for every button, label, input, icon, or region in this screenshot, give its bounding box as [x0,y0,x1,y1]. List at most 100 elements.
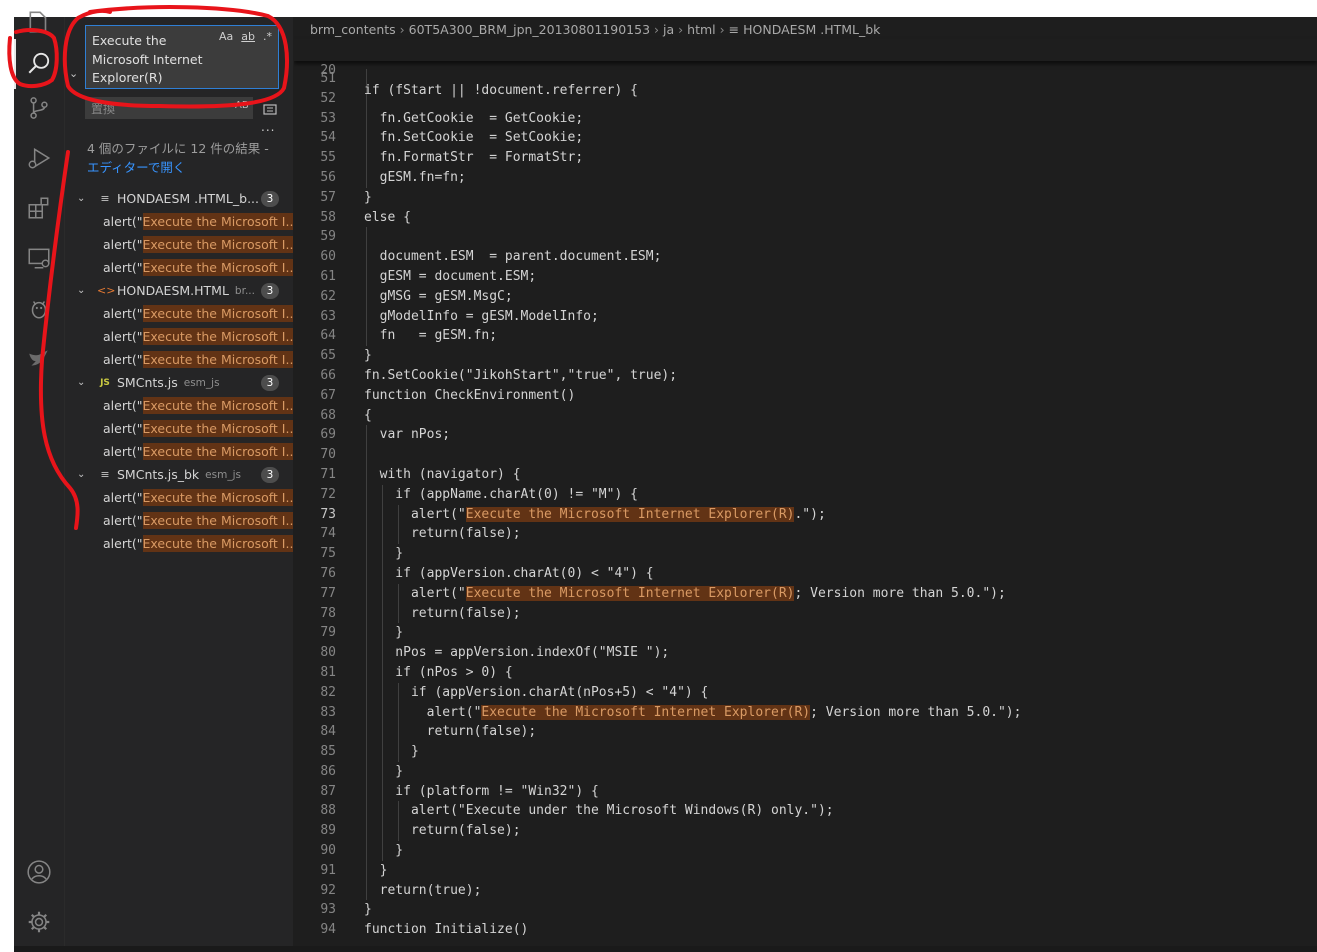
code-line[interactable]: 86 } [294,761,1317,782]
breadcrumb-item[interactable]: 60T5A300_BRM_jpn_20130801190153 [409,22,650,37]
result-file-row[interactable]: ⌄ <> HONDAESM.HTML br... 3 [65,279,293,302]
match-case-toggle[interactable]: Aa [219,30,233,43]
result-match-row[interactable]: alert(" Execute the Microsoft I... [65,348,293,371]
code-line[interactable]: 73 alert("Execute the Microsoft Internet… [294,504,1317,525]
line-number: 74 [320,526,336,542]
code-line[interactable]: 80 nPos = appVersion.indexOf("MSIE "); [294,643,1317,663]
code-line[interactable]: 59 [294,227,1317,248]
settings-gear-icon[interactable] [26,909,52,935]
code-line[interactable]: 68 { [294,406,1317,426]
code-line[interactable]: 79 } [294,623,1317,644]
regex-toggle[interactable]: .* [263,30,272,43]
code-line[interactable]: 61 gESM = document.ESM; [294,266,1317,287]
result-match-row[interactable]: alert(" Execute the Microsoft I... [65,325,293,348]
code-text: return(false); [364,605,521,621]
code-line[interactable]: 92 return(true); [294,880,1317,901]
result-match-row[interactable]: alert(" Execute the Microsoft I... [65,417,293,440]
code-line[interactable]: 69 var nPos; [294,425,1317,446]
code-line[interactable]: 55 fn.FormatStr = FormatStr; [294,148,1317,168]
code-text: if (platform != "Win32") { [364,783,599,799]
toggle-search-details-button[interactable]: ... [261,120,275,134]
code-editor[interactable]: 51 52 53 fn.GetCookie = GetCookie; 54 fn.Se… [294,69,1317,940]
result-match-row[interactable]: alert(" Execute the Microsoft I... [65,233,293,256]
code-line[interactable]: 75 } [294,544,1317,564]
chevron-down-icon[interactable]: ⌄ [77,193,93,204]
result-file-row[interactable]: ⌄ ≡ SMCnts.js_bk esm_js 3 [65,463,293,486]
code-line[interactable]: 65} [294,346,1317,366]
code-line[interactable]: 85 } [294,742,1317,762]
replace-all-icon[interactable] [263,102,277,115]
code-line[interactable]: 70 [294,445,1317,465]
result-match-row[interactable]: alert(" Execute the Microsoft I... [65,256,293,279]
extensions-icon[interactable] [26,195,52,221]
code-line[interactable]: 93} [294,900,1317,920]
result-match-row[interactable]: alert(" Execute the Microsoft I... [65,440,293,463]
search-input[interactable]: Execute the Microsoft Internet Explorer(… [85,25,279,89]
code-line[interactable]: 83 alert("Execute the Microsoft Internet… [294,702,1317,723]
code-line[interactable]: 58 else { [294,208,1317,228]
code-line[interactable]: 94 function Initialize() [294,920,1317,940]
code-line[interactable]: 74 return(false); [294,524,1317,545]
code-line[interactable]: 87 if (platform != "Win32") { [294,781,1317,802]
breadcrumb-item[interactable]: ≡ HONDAESM .HTML_bk [729,22,881,37]
search-icon[interactable] [26,50,52,76]
code-line[interactable]: 72 if (appName.charAt(0) != "M") { [294,484,1317,505]
breadcrumb-item[interactable]: ja [663,22,674,37]
result-match-row[interactable]: alert(" Execute the Microsoft I... [65,509,293,532]
code-line[interactable]: 76 if (appVersion.charAt(0) < "4") { [294,563,1317,584]
code-line[interactable]: 67 function CheckEnvironment() [294,386,1317,406]
search-options: Aa ab .* [219,30,272,43]
open-in-editor-link[interactable]: エディターで開く [87,160,185,175]
chevron-down-icon[interactable]: ⌄ [77,285,93,296]
replace-input[interactable]: 置換 [85,97,253,119]
code-line[interactable]: 54 fn.SetCookie = SetCookie; [294,128,1317,149]
preserve-case-toggle[interactable]: AB [235,100,249,111]
code-line[interactable]: 60 document.ESM = parent.document.ESM; [294,247,1317,267]
result-match-row[interactable]: alert(" Execute the Microsoft I... [65,302,293,325]
whole-word-toggle[interactable]: ab [241,30,255,43]
code-line[interactable]: 81 if (nPos > 0) { [294,662,1317,683]
match-highlight-text: Execute the Microsoft I... [142,328,293,345]
code-line[interactable]: 88 alert("Execute under the Microsoft Wi… [294,801,1317,822]
bird-icon[interactable] [26,345,52,371]
result-match-row[interactable]: alert(" Execute the Microsoft I... [65,532,293,555]
result-file-row[interactable]: ⌄ JS SMCnts.js esm_js 3 [65,371,293,394]
explorer-icon[interactable] [26,9,52,35]
code-line[interactable]: 63 gModelInfo = gESM.ModelInfo; [294,306,1317,327]
bug-icon[interactable] [26,295,52,321]
result-match-row[interactable]: alert(" Execute the Microsoft I... [65,394,293,417]
sticky-scroll-line[interactable]: 20 if (fStart || !document.referrer) { [294,39,1317,98]
account-icon[interactable] [26,859,52,885]
code-line[interactable]: 71 with (navigator) { [294,464,1317,485]
code-line[interactable]: 62 gMSG = gESM.MsgC; [294,286,1317,307]
code-line[interactable]: 56 gESM.fn=fn; [294,167,1317,188]
breadcrumb-item[interactable]: html [687,22,715,37]
code-text: } [364,189,372,205]
search-match-highlight: Execute the Microsoft Internet Explorer(… [481,704,811,720]
code-line[interactable]: 89 return(false); [294,821,1317,842]
chevron-down-icon[interactable]: ⌄ [77,469,93,480]
code-line[interactable]: 66 fn.SetCookie("JikohStart","true", true… [294,366,1317,386]
code-line[interactable]: 91 } [294,860,1317,881]
code-line[interactable]: 53 fn.GetCookie = GetCookie; [294,108,1317,129]
code-line[interactable]: 82 if (appVersion.charAt(nPos+5) < "4") … [294,682,1317,703]
match-highlight-text: Execute the Microsoft I... [142,397,293,414]
run-debug-icon[interactable] [26,145,52,171]
code-line[interactable]: 90 } [294,841,1317,861]
code-line[interactable]: 84 return(false); [294,722,1317,743]
result-match-row[interactable]: alert(" Execute the Microsoft I... [65,210,293,233]
breadcrumb-item[interactable]: brm_contents [310,22,396,37]
toggle-replace-chevron-icon[interactable]: ⌄ [69,67,78,80]
code-line[interactable]: 77 alert("Execute the Microsoft Internet… [294,583,1317,604]
remote-explorer-icon[interactable] [26,245,52,271]
chevron-down-icon[interactable]: ⌄ [77,377,93,388]
match-prefix-text: alert(" [103,306,143,321]
source-control-icon[interactable] [26,95,52,121]
code-line[interactable]: 64 fn = gESM.fn; [294,326,1317,347]
result-file-row[interactable]: ⌄ ≡ HONDAESM .HTML_b... 3 [65,187,293,210]
match-highlight-text: Execute the Microsoft I... [142,259,293,276]
line-number: 67 [320,387,336,403]
code-line[interactable]: 78 return(false); [294,603,1317,624]
code-line[interactable]: 57} [294,188,1317,208]
result-match-row[interactable]: alert(" Execute the Microsoft I... [65,486,293,509]
